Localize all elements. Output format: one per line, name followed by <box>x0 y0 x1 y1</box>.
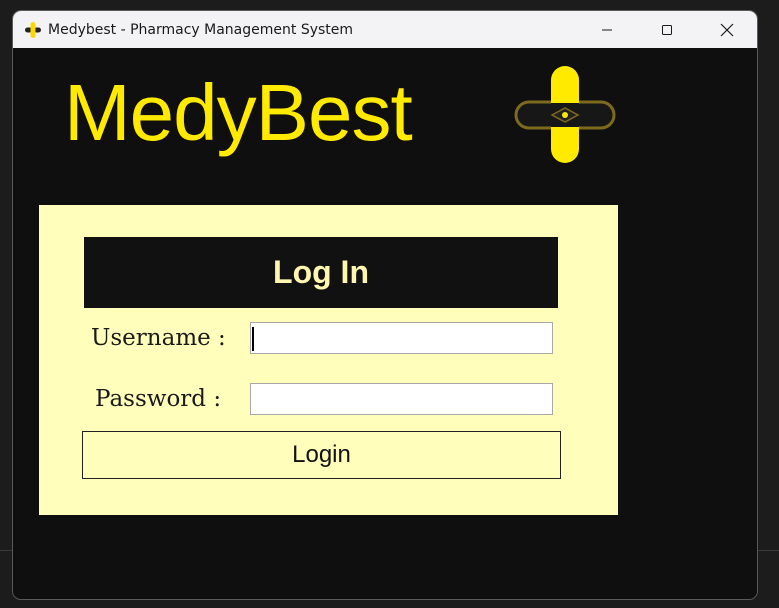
title-bar[interactable]: Medybest - Pharmacy Management System <box>13 11 757 48</box>
login-header: Log In <box>84 237 558 308</box>
password-label: Password : <box>95 386 222 412</box>
username-input[interactable] <box>250 322 553 354</box>
minimize-button[interactable] <box>577 11 637 48</box>
close-button[interactable] <box>697 11 757 48</box>
brand-name: MedyBest <box>64 68 413 157</box>
maximize-button[interactable] <box>637 11 697 48</box>
password-input[interactable] <box>250 383 553 415</box>
minimize-icon <box>602 29 612 30</box>
username-label: Username : <box>91 325 226 351</box>
login-button[interactable]: Login <box>82 431 561 479</box>
medybest-logo-icon <box>23 20 43 40</box>
medybest-logo-icon <box>514 66 616 163</box>
window-controls <box>577 11 757 48</box>
app-content: MedyBest Log In Username : Password : Lo… <box>13 48 757 599</box>
text-caret <box>252 327 254 351</box>
close-icon <box>720 23 734 36</box>
maximize-icon <box>662 24 672 35</box>
window-title: Medybest - Pharmacy Management System <box>48 21 354 38</box>
login-panel: Log In Username : Password : Login <box>39 205 618 515</box>
app-window: Medybest - Pharmacy Management System Me… <box>13 11 757 599</box>
